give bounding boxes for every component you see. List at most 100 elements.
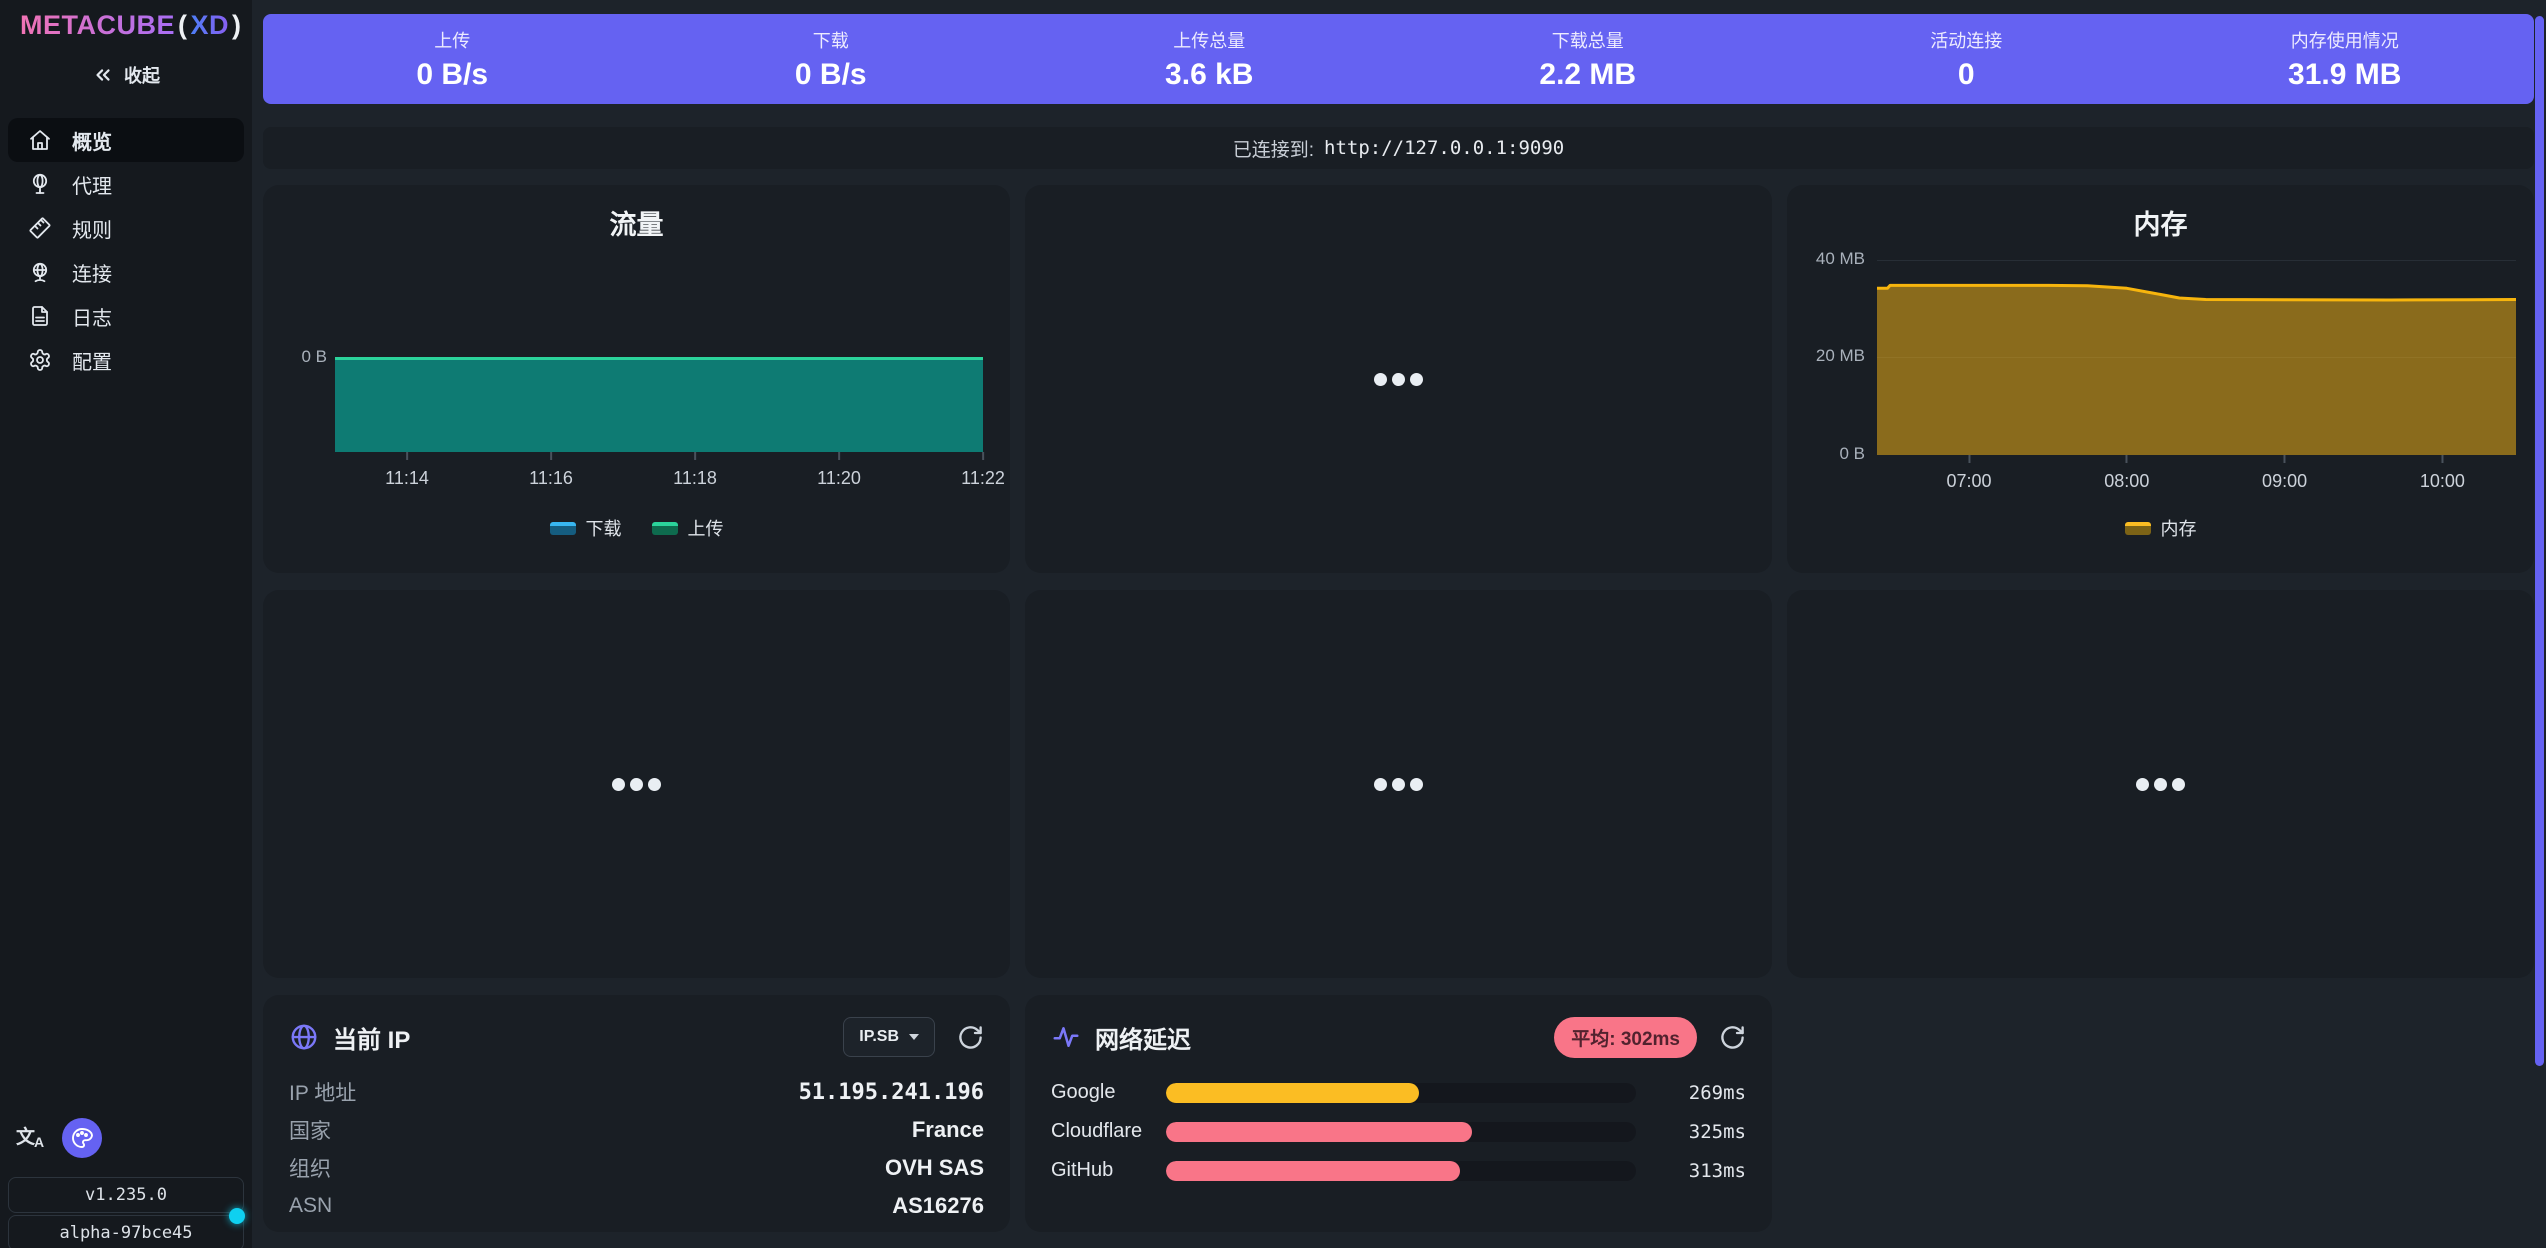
sidebar-item-config[interactable]: 配置: [8, 338, 244, 382]
activity-icon: [1051, 1022, 1081, 1052]
latency-value: 313ms: [1656, 1160, 1746, 1182]
loading-dots: [1374, 778, 1423, 791]
upload-swatch-icon: [652, 522, 678, 535]
latency-row-cloudflare: Cloudflare325ms: [1051, 1112, 1746, 1151]
traffic-x-axis: 11:1411:1611:1811:2011:22: [263, 452, 1010, 498]
ruler-icon: [28, 216, 52, 240]
latency-card-header: 网络延迟 平均: 302ms: [1051, 1015, 1746, 1059]
ip-row-value: 51.195.241.196: [799, 1080, 984, 1105]
latency-refresh-button[interactable]: [1719, 1024, 1746, 1051]
traffic-chart-card: 流量 0 B 11:1411:1611:1811:2011:22 下载 上传: [263, 185, 1010, 573]
x-tick: 11:22: [961, 452, 1005, 489]
sidebar-item-proxies[interactable]: 代理: [8, 162, 244, 206]
stat-value: 2.2 MB: [1539, 58, 1636, 92]
ip-row-value: OVH SAS: [885, 1155, 984, 1181]
memory-legend: 内存: [1787, 515, 2534, 541]
legend-item-upload[interactable]: 上传: [652, 515, 724, 541]
globe-icon: [289, 1022, 319, 1052]
memory-chart-title: 内存: [1787, 203, 2534, 242]
logo-paren-close: ): [232, 10, 242, 40]
logo-brand-text: METACUBE: [20, 10, 175, 40]
loading-dots: [2136, 778, 2185, 791]
sidebar-menu: 概览 代理 规则 连接 日志 配置: [8, 118, 244, 382]
ip-row-value: France: [912, 1117, 984, 1143]
connection-status-bar: 已连接到: http://127.0.0.1:9090: [263, 127, 2534, 169]
ip-row-value: AS16276: [892, 1193, 984, 1219]
home-icon: [28, 128, 52, 152]
ip-row-asn: ASN AS16276: [289, 1187, 984, 1225]
chevrons-left-icon: [92, 64, 114, 86]
sidebar-collapse-button[interactable]: 收起: [0, 58, 252, 92]
sidebar-item-connections[interactable]: 连接: [8, 250, 244, 294]
x-tick: 10:00: [2420, 455, 2465, 492]
ip-card-header: 当前 IP IP.SB: [289, 1015, 984, 1059]
loading-card: [1787, 590, 2534, 978]
core-version-button[interactable]: v1.235.0: [8, 1177, 244, 1213]
stat-download-total: 下载总量2.2 MB: [1399, 27, 1778, 92]
stat-memory-usage: 内存使用情况 31.9 MB: [2156, 27, 2535, 92]
stat-upload-total: 上传总量3.6 kB: [1020, 27, 1399, 92]
stat-label: 下载: [813, 27, 849, 53]
loading-dots: [612, 778, 661, 791]
connection-url: http://127.0.0.1:9090: [1324, 137, 1564, 159]
theme-button[interactable]: [62, 1118, 102, 1158]
stat-label: 内存使用情况: [2291, 27, 2399, 53]
stat-upload: 上传 0 B/s: [263, 27, 642, 92]
legend-label: 上传: [688, 515, 724, 541]
scrollbar-thumb[interactable]: [2535, 16, 2544, 1066]
logo-accent-text: XD: [191, 10, 230, 40]
refresh-icon: [1719, 1024, 1746, 1051]
stat-value: 0 B/s: [416, 58, 488, 92]
stat-value: 31.9 MB: [2288, 58, 2401, 92]
globe-stand-icon: [28, 172, 52, 196]
ip-row-label: IP 地址: [289, 1077, 356, 1107]
ip-row-organization: 组织OVH SAS: [289, 1149, 984, 1187]
memory-chart-plot: [1877, 260, 2516, 455]
legend-item-download[interactable]: 下载: [550, 515, 622, 541]
latency-bar-fill: [1166, 1122, 1472, 1142]
sidebar-item-logs[interactable]: 日志: [8, 294, 244, 338]
memory-x-axis: 07:0008:0009:0010:00: [1787, 455, 2534, 501]
traffic-legend: 下载 上传: [263, 515, 1010, 541]
network-globe-icon: [28, 260, 52, 284]
sidebar-item-label: 配置: [72, 346, 112, 375]
caret-down-icon: [909, 1034, 919, 1040]
stat-label: 上传: [434, 27, 470, 53]
traffic-y-tick-label: 0 B: [263, 347, 327, 367]
sidebar: METACUBE(XD) 收起 概览 代理 规则 连接 日志 配置: [0, 0, 252, 1248]
ip-row-label: ASN: [289, 1194, 332, 1218]
latency-service-label: GitHub: [1051, 1159, 1166, 1182]
download-swatch-icon: [550, 522, 576, 535]
logo-paren-open: (: [178, 10, 188, 40]
palette-icon: [70, 1126, 94, 1150]
ip-row-label: 国家: [289, 1115, 331, 1145]
ip-row-address: IP 地址 51.195.241.196: [289, 1073, 984, 1111]
ip-card-title: 当前 IP: [333, 1020, 410, 1055]
memory-y-tick-label: 20 MB: [1787, 346, 1865, 366]
ip-refresh-button[interactable]: [957, 1024, 984, 1051]
stat-value: 3.6 kB: [1165, 58, 1253, 92]
latency-bar-track: [1166, 1161, 1636, 1181]
file-text-icon: [28, 304, 52, 328]
traffic-chart-title: 流量: [263, 203, 1010, 242]
app-build-button[interactable]: alpha-97bce45: [8, 1215, 244, 1248]
average-latency-badge: 平均: 302ms: [1554, 1017, 1697, 1058]
x-tick: 11:18: [673, 452, 717, 489]
sidebar-item-label: 概览: [72, 126, 112, 155]
current-ip-card: 当前 IP IP.SB IP 地址 51.195.241.196 国家 France…: [263, 995, 1010, 1232]
latency-bar-fill: [1166, 1161, 1460, 1181]
latency-row-github: GitHub 313ms: [1051, 1151, 1746, 1190]
x-tick: 09:00: [2262, 455, 2307, 492]
update-indicator-dot: [229, 1208, 245, 1224]
sidebar-item-label: 连接: [72, 258, 112, 287]
sidebar-item-overview[interactable]: 概览: [8, 118, 244, 162]
ip-source-select[interactable]: IP.SB: [843, 1017, 935, 1057]
stat-download: 下载 0 B/s: [642, 27, 1021, 92]
legend-item-memory[interactable]: 内存: [2125, 515, 2197, 541]
memory-swatch-icon: [2125, 522, 2151, 535]
translate-icon: 文: [16, 1122, 35, 1149]
stat-value: 0 B/s: [795, 58, 867, 92]
language-toggle-button[interactable]: 文A: [14, 1118, 50, 1158]
latency-bar-track: [1166, 1122, 1636, 1142]
sidebar-item-rules[interactable]: 规则: [8, 206, 244, 250]
